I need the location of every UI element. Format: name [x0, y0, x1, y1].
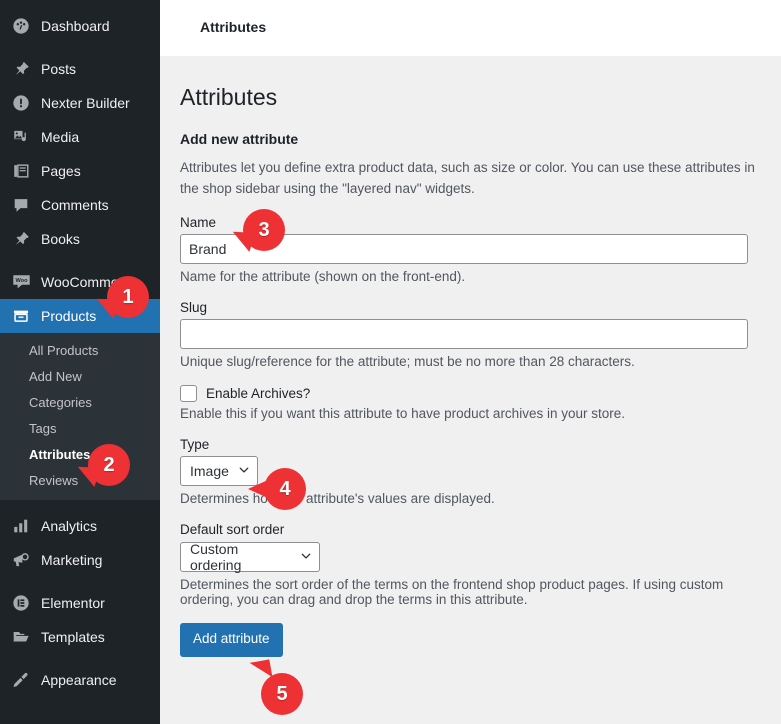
elementor-icon — [10, 593, 32, 613]
submenu-item-add-new[interactable]: Add New — [0, 364, 160, 390]
enable-archives-group: Enable Archives? Enable this if you want… — [180, 384, 761, 421]
callout-badge-1: 1 — [92, 276, 149, 319]
dashboard-icon — [10, 16, 32, 36]
enable-archives-row[interactable]: Enable Archives? — [180, 384, 761, 402]
admin-sidebar: Dashboard Posts Nexter Builder Media Pag… — [0, 0, 160, 724]
chevron-down-icon — [239, 465, 249, 475]
sidebar-item-label: Marketing — [41, 552, 103, 568]
sidebar-item-label: Elementor — [41, 595, 105, 611]
sidebar-item-dashboard[interactable]: Dashboard — [0, 9, 160, 43]
sidebar-item-analytics[interactable]: Analytics — [0, 509, 160, 543]
submenu-item-all-products[interactable]: All Products — [0, 338, 160, 364]
name-field-description: Name for the attribute (shown on the fro… — [180, 268, 466, 284]
callout-number: 1 — [107, 276, 149, 318]
wordpress-admin-screen: Dashboard Posts Nexter Builder Media Pag… — [0, 0, 781, 724]
sort-order-select[interactable]: Custom ordering — [180, 540, 320, 573]
woocommerce-icon: Woo — [10, 272, 32, 292]
enable-archives-checkbox[interactable] — [180, 384, 197, 402]
callout-number: 4 — [264, 468, 306, 510]
admin-topbar: Attributes — [160, 0, 781, 56]
submenu-item-tags[interactable]: Tags — [0, 416, 160, 442]
callout-badge-3: 3 — [228, 209, 285, 252]
type-select-value: Image — [190, 462, 229, 479]
sidebar-item-label: Posts — [41, 61, 77, 77]
main-content: Attributes Add new attribute Attributes … — [160, 56, 781, 724]
slug-field-group: Slug Unique slug/reference for the attri… — [180, 300, 761, 369]
type-field-label: Type — [180, 436, 210, 452]
callout-badge-5: 5 — [249, 659, 303, 715]
attributes-intro-text: Attributes let you define extra product … — [180, 159, 755, 196]
sidebar-item-books[interactable]: Books — [0, 222, 160, 256]
comment-icon — [10, 195, 32, 215]
slug-field-label: Slug — [180, 299, 208, 315]
sidebar-item-label: Products — [41, 308, 97, 324]
slug-input[interactable] — [180, 318, 748, 349]
sidebar-item-templates[interactable]: Templates — [0, 620, 160, 654]
sidebar-item-appearance[interactable]: Appearance — [0, 663, 160, 697]
page-title: Attributes — [180, 84, 278, 110]
sidebar-item-pages[interactable]: Pages — [0, 154, 160, 188]
sidebar-item-label: Analytics — [41, 518, 98, 534]
sidebar-item-label: Nexter Builder — [41, 95, 130, 111]
exclamation-circle-icon — [10, 93, 32, 113]
callout-number: 2 — [88, 444, 130, 486]
sidebar-item-label: Media — [41, 129, 80, 145]
callout-number: 3 — [243, 209, 285, 251]
brush-icon — [10, 670, 32, 690]
sidebar-item-comments[interactable]: Comments — [0, 188, 160, 222]
submenu-item-categories[interactable]: Categories — [0, 390, 160, 416]
pin-icon — [10, 229, 32, 249]
sort-order-description: Determines the sort order of the terms o… — [180, 576, 724, 607]
chevron-down-icon — [301, 551, 311, 561]
folder-icon — [10, 627, 32, 647]
callout-badge-4: 4 — [248, 468, 306, 510]
enable-archives-label: Enable Archives? — [206, 385, 311, 401]
pin-icon — [10, 59, 32, 79]
callout-number: 5 — [261, 673, 303, 715]
callout-badge-2: 2 — [73, 444, 130, 487]
sidebar-item-label: Books — [41, 231, 80, 247]
sort-order-field-group: Default sort order Custom ordering Deter… — [180, 522, 761, 607]
sidebar-item-marketing[interactable]: Marketing — [0, 543, 160, 577]
sidebar-item-elementor[interactable]: Elementor — [0, 586, 160, 620]
svg-text:Woo: Woo — [15, 278, 28, 284]
sidebar-item-nexter-builder[interactable]: Nexter Builder — [0, 86, 160, 120]
sidebar-item-label: Dashboard — [41, 18, 110, 34]
media-icon — [10, 127, 32, 147]
slug-field-description: Unique slug/reference for the attribute;… — [180, 353, 635, 369]
sidebar-item-label: Appearance — [41, 672, 117, 688]
enable-archives-description: Enable this if you want this attribute t… — [180, 405, 625, 421]
add-attribute-button[interactable]: Add attribute — [180, 622, 283, 657]
megaphone-icon — [10, 550, 32, 570]
topbar-title: Attributes — [200, 19, 267, 35]
bar-chart-icon — [10, 516, 32, 536]
sidebar-item-media[interactable]: Media — [0, 120, 160, 154]
sidebar-item-label: Pages — [41, 163, 81, 179]
sidebar-item-posts[interactable]: Posts — [0, 52, 160, 86]
sidebar-top-spacer — [0, 0, 160, 9]
sort-order-label: Default sort order — [180, 521, 285, 537]
type-select[interactable]: Image — [180, 455, 258, 486]
sort-order-select-value: Custom ordering — [190, 540, 242, 573]
section-heading-add-new-attribute: Add new attribute — [180, 130, 299, 147]
pages-icon — [10, 161, 32, 181]
sidebar-item-label: Templates — [41, 629, 105, 645]
sidebar-item-label: Comments — [41, 197, 109, 213]
products-icon — [10, 306, 32, 326]
